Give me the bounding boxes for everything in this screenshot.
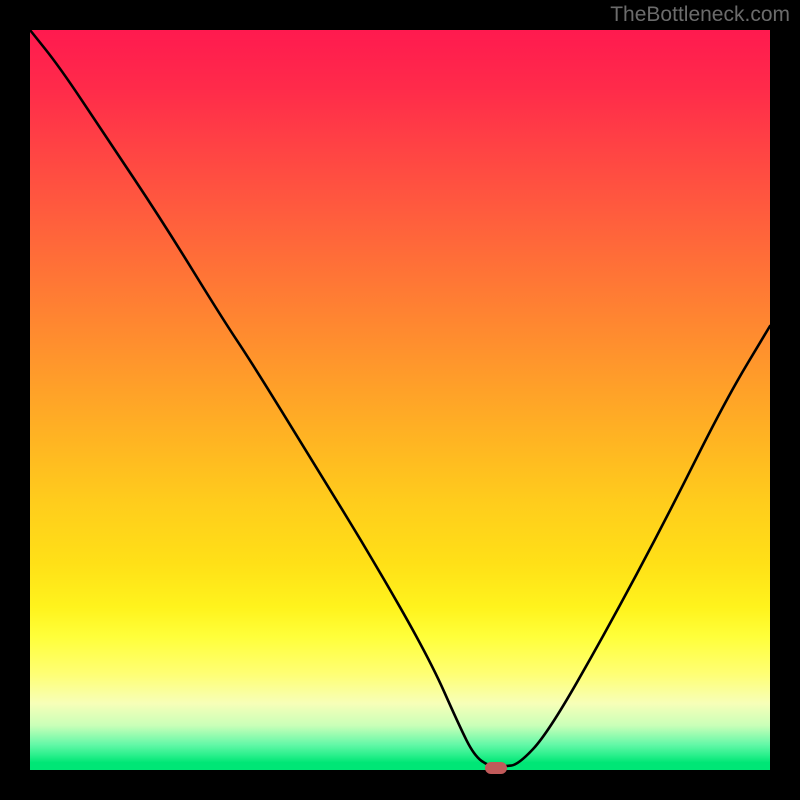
plot-area (30, 30, 770, 770)
chart-container: TheBottleneck.com (0, 0, 800, 800)
curve-layer (30, 30, 770, 770)
minimum-marker (485, 762, 507, 774)
bottleneck-curve (30, 30, 770, 766)
attribution-text: TheBottleneck.com (610, 3, 790, 27)
